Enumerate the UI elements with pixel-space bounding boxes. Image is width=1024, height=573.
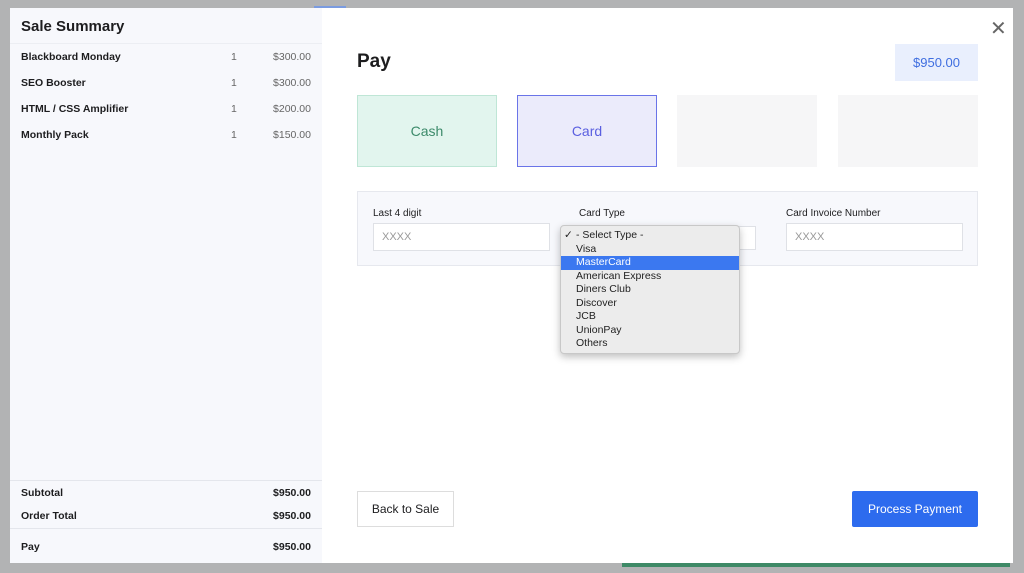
back-to-sale-button[interactable]: Back to Sale [357, 491, 454, 527]
option[interactable]: Diners Club [561, 283, 739, 297]
item-qty: 1 [231, 77, 237, 89]
item-price: $200.00 [273, 103, 311, 115]
line-item: SEO Booster 1 $300.00 [21, 77, 311, 91]
close-icon[interactable]: ✕ [990, 16, 1007, 41]
sale-summary-panel: Sale Summary Blackboard Monday 1 $300.00 S… [10, 8, 322, 563]
amount-badge: $950.00 [895, 44, 978, 81]
option[interactable]: MasterCard [561, 256, 739, 270]
item-name: HTML / CSS Amplifier [21, 103, 129, 115]
subtotal-label: Subtotal [21, 487, 63, 499]
item-qty: 1 [231, 51, 237, 63]
method-cash[interactable]: Cash [357, 95, 497, 167]
line-item: Monthly Pack 1 $150.00 [21, 129, 311, 143]
option[interactable]: Discover [561, 297, 739, 311]
subtotal-row: Subtotal $950.00 [10, 480, 322, 504]
process-payment-button[interactable]: Process Payment [852, 491, 978, 527]
order-total-value: $950.00 [273, 510, 311, 522]
item-name: Monthly Pack [21, 129, 89, 141]
option[interactable]: Others [561, 337, 739, 351]
line-item: HTML / CSS Amplifier 1 $200.00 [21, 103, 311, 117]
order-total-row: Order Total $950.00 [10, 504, 322, 528]
subtotal-value: $950.00 [273, 487, 311, 499]
order-total-label: Order Total [21, 510, 77, 522]
option-label: - Select Type - [576, 229, 644, 241]
item-name: Blackboard Monday [21, 51, 121, 63]
line-item: Blackboard Monday 1 $300.00 [21, 51, 311, 65]
checkmark-icon: ✓ [564, 229, 573, 241]
card-type-label: Card Type [579, 208, 625, 219]
option[interactable]: ✓ - Select Type - [561, 229, 739, 243]
page-title: Pay [357, 51, 391, 72]
method-empty[interactable] [677, 95, 817, 167]
last4-input[interactable]: XXXX [373, 223, 550, 251]
last4-label: Last 4 digit [373, 208, 422, 219]
item-price: $300.00 [273, 77, 311, 89]
option[interactable]: Visa [561, 243, 739, 257]
item-qty: 1 [231, 129, 237, 141]
option[interactable]: JCB [561, 310, 739, 324]
method-card[interactable]: Card [517, 95, 657, 167]
option[interactable]: UnionPay [561, 324, 739, 338]
pay-label: Pay [21, 541, 40, 553]
invoice-label: Card Invoice Number [786, 208, 881, 219]
item-qty: 1 [231, 103, 237, 115]
payment-modal: Sale Summary Blackboard Monday 1 $300.00 S… [10, 8, 1013, 563]
pay-value: $950.00 [273, 541, 311, 553]
card-type-dropdown: ✓ - Select Type - Visa MasterCard America… [560, 225, 740, 354]
sale-summary-title: Sale Summary [10, 8, 322, 44]
invoice-input[interactable]: XXXX [786, 223, 963, 251]
item-name: SEO Booster [21, 77, 86, 89]
option[interactable]: American Express [561, 270, 739, 284]
item-price: $150.00 [273, 129, 311, 141]
item-price: $300.00 [273, 51, 311, 63]
method-empty[interactable] [838, 95, 978, 167]
pay-row: Pay $950.00 [10, 528, 322, 563]
